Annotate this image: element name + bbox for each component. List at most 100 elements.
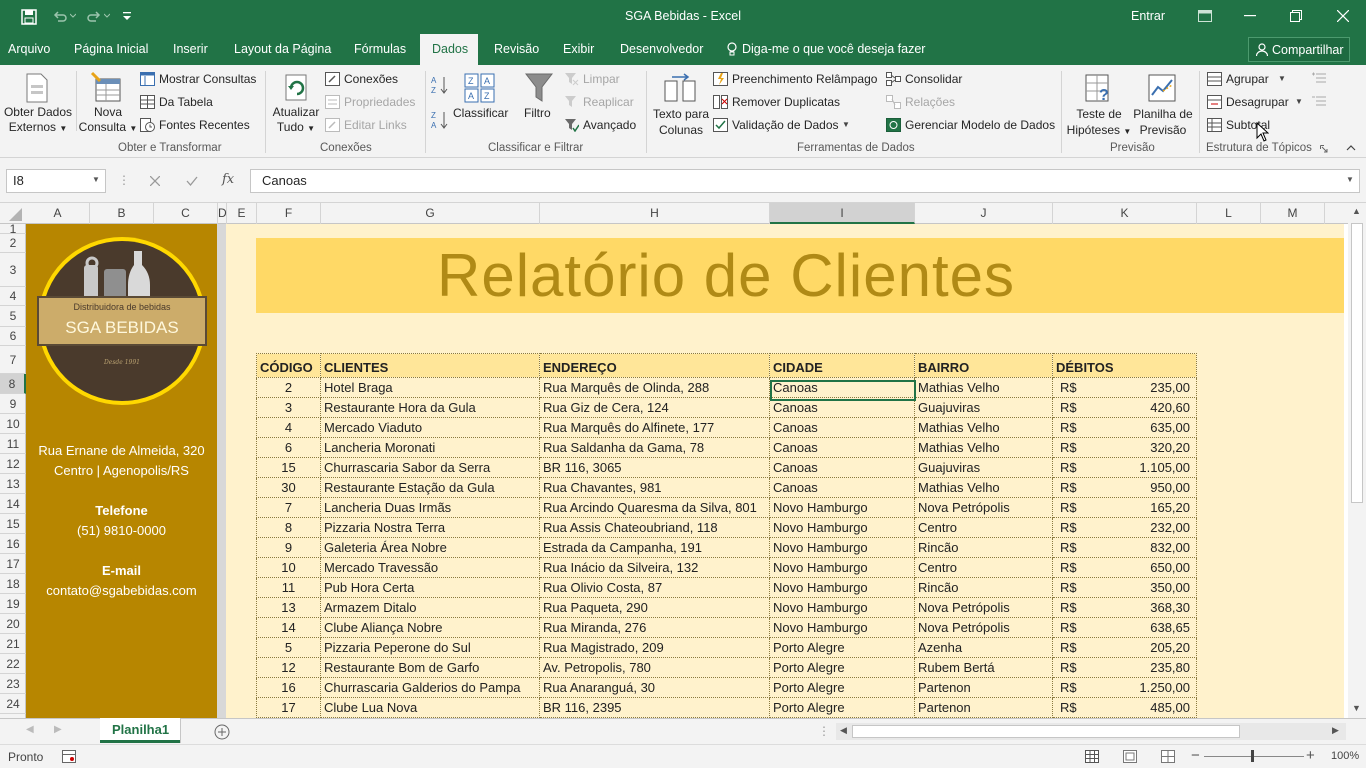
cell-codigo[interactable]: 12 — [256, 657, 321, 678]
row-header[interactable]: 1 — [0, 223, 26, 235]
tab-exibir[interactable]: Exibir — [563, 34, 594, 65]
row-header[interactable]: 22 — [0, 654, 26, 674]
cell-debito[interactable]: R$ 320,20 — [1052, 437, 1197, 458]
vertical-scrollbar[interactable]: ▲ ▼ — [1348, 203, 1366, 718]
cell-cidade[interactable]: Porto Alegre — [769, 657, 915, 678]
cell-endereco[interactable]: Rua Assis Chateoubriand, 118 — [539, 517, 770, 538]
scroll-left-icon[interactable]: ◀ — [840, 725, 847, 736]
cell-cliente[interactable]: Clube Aliança Nobre — [320, 617, 540, 638]
cell-codigo[interactable]: 17 — [256, 697, 321, 718]
restore-icon[interactable] — [1290, 10, 1302, 22]
cell-debito[interactable]: R$ 1.250,00 — [1052, 677, 1197, 698]
column-header-d[interactable]: D — [218, 203, 227, 224]
column-header-l[interactable]: L — [1197, 203, 1261, 224]
forecast-sheet-button[interactable]: Planilha de Previsão — [1130, 106, 1196, 138]
cell-codigo[interactable]: 8 — [256, 517, 321, 538]
row-header[interactable]: 19 — [0, 594, 26, 614]
cell-cidade[interactable]: Canoas — [769, 457, 915, 478]
share-button[interactable]: Compartilhar — [1248, 37, 1350, 62]
tab-pagina-inicial[interactable]: Página Inicial — [74, 34, 148, 65]
page-layout-view-icon[interactable] — [1123, 750, 1137, 763]
name-box[interactable]: I8 — [6, 169, 106, 193]
row-header[interactable]: 14 — [0, 494, 26, 514]
horizontal-scrollbar[interactable]: ◀ ▶ — [836, 723, 1346, 740]
cell-cliente[interactable]: Hotel Braga — [320, 377, 540, 398]
cell-bairro[interactable]: Nova Petrópolis — [914, 597, 1053, 618]
cell-bairro[interactable]: Centro — [914, 557, 1053, 578]
row-header[interactable]: 11 — [0, 434, 26, 454]
connections-button[interactable]: Conexões — [344, 72, 398, 86]
cell-bairro[interactable]: Mathias Velho — [914, 417, 1053, 438]
horizontal-scroll-thumb[interactable] — [852, 725, 1240, 738]
ribbon-display-icon[interactable] — [1198, 10, 1212, 22]
row-header[interactable]: 3 — [0, 253, 26, 287]
add-sheet-icon[interactable] — [214, 724, 230, 740]
clear-button[interactable]: Limpar — [583, 72, 620, 86]
column-header-j[interactable]: J — [915, 203, 1053, 224]
row-header[interactable]: 9 — [0, 394, 26, 414]
cell-endereco[interactable]: Rua Inácio da Silveira, 132 — [539, 557, 770, 578]
cell-debito[interactable]: R$ 1.105,00 — [1052, 457, 1197, 478]
cell-endereco[interactable]: Rua Marquês do Alfinete, 177 — [539, 417, 770, 438]
cell-cidade[interactable]: Porto Alegre — [769, 697, 915, 718]
formula-input[interactable]: Canoas — [250, 169, 1360, 193]
cell-bairro[interactable]: Nova Petrópolis — [914, 617, 1053, 638]
cell-endereco[interactable]: Rua Magistrado, 209 — [539, 637, 770, 658]
tab-layout-da-pagina[interactable]: Layout da Página — [234, 34, 331, 65]
row-header[interactable]: 16 — [0, 534, 26, 554]
cell-bairro[interactable]: Rincão — [914, 577, 1053, 598]
reapply-button[interactable]: Reaplicar — [583, 95, 634, 109]
recent-sources-button[interactable]: Fontes Recentes — [159, 118, 250, 132]
zoom-out-icon[interactable]: − — [1191, 747, 1200, 764]
cell-endereco[interactable]: Estrada da Campanha, 191 — [539, 537, 770, 558]
column-header-b[interactable]: B — [90, 203, 154, 224]
customize-toolbar-icon[interactable] — [123, 11, 131, 21]
tab-dados[interactable]: Dados — [420, 34, 478, 65]
header-cidade[interactable]: CIDADE — [769, 353, 915, 378]
cell-codigo[interactable]: 13 — [256, 597, 321, 618]
cell-debito[interactable]: R$ 635,00 — [1052, 417, 1197, 438]
header-endereco[interactable]: ENDEREÇO — [539, 353, 770, 378]
cell-codigo[interactable]: 5 — [256, 637, 321, 658]
cell-bairro[interactable]: Azenha — [914, 637, 1053, 658]
consolidate-button[interactable]: Consolidar — [905, 72, 962, 86]
row-header[interactable]: 13 — [0, 474, 26, 494]
cell-bairro[interactable]: Rincão — [914, 537, 1053, 558]
scroll-down-icon[interactable]: ▼ — [1352, 703, 1361, 713]
column-header-k[interactable]: K — [1053, 203, 1197, 224]
row-header[interactable]: 23 — [0, 674, 26, 694]
cell-debito[interactable]: R$ 165,20 — [1052, 497, 1197, 518]
edit-links-button[interactable]: Editar Links — [344, 118, 407, 132]
cell-cidade[interactable]: Novo Hamburgo — [769, 497, 915, 518]
refresh-all-button[interactable]: Atualizar Tudo ▼ — [268, 105, 324, 136]
advanced-button[interactable]: Avançado — [583, 118, 636, 132]
cell-cidade[interactable]: Novo Hamburgo — [769, 597, 915, 618]
row-header[interactable]: 10 — [0, 414, 26, 434]
tab-inserir[interactable]: Inserir — [173, 34, 208, 65]
cell-bairro[interactable]: Partenon — [914, 697, 1053, 718]
chevron-down-icon[interactable]: ▼ — [1278, 74, 1286, 83]
vertical-scroll-thumb[interactable] — [1351, 223, 1363, 503]
group-button[interactable]: Agrupar — [1226, 72, 1269, 86]
cell-codigo[interactable]: 6 — [256, 437, 321, 458]
scroll-up-icon[interactable]: ▲ — [1352, 206, 1361, 216]
header-codigo[interactable]: CÓDIGO — [256, 353, 321, 378]
column-header-a[interactable]: A — [26, 203, 90, 224]
cell-cliente[interactable]: Armazem Ditalo — [320, 597, 540, 618]
cell-codigo[interactable]: 11 — [256, 577, 321, 598]
cell-cliente[interactable]: Restaurante Hora da Gula — [320, 397, 540, 418]
row-header[interactable]: 24 — [0, 694, 26, 714]
remove-duplicates-button[interactable]: Remover Duplicatas — [732, 95, 840, 109]
tab-formulas[interactable]: Fórmulas — [354, 34, 406, 65]
row-header[interactable]: 20 — [0, 614, 26, 634]
cell-bairro[interactable]: Guajuviras — [914, 397, 1053, 418]
cell-codigo[interactable]: 15 — [256, 457, 321, 478]
zoom-level[interactable]: 100% — [1331, 750, 1359, 762]
select-all-corner[interactable] — [0, 203, 26, 224]
cell-codigo[interactable]: 30 — [256, 477, 321, 498]
get-external-data-button[interactable]: Obter Dados Externos ▼ — [3, 105, 73, 136]
normal-view-icon[interactable] — [1085, 750, 1099, 763]
manage-data-model-button[interactable]: Gerenciar Modelo de Dados — [905, 118, 1055, 132]
cell-debito[interactable]: R$ 205,20 — [1052, 637, 1197, 658]
cell-endereco[interactable]: Rua Saldanha da Gama, 78 — [539, 437, 770, 458]
